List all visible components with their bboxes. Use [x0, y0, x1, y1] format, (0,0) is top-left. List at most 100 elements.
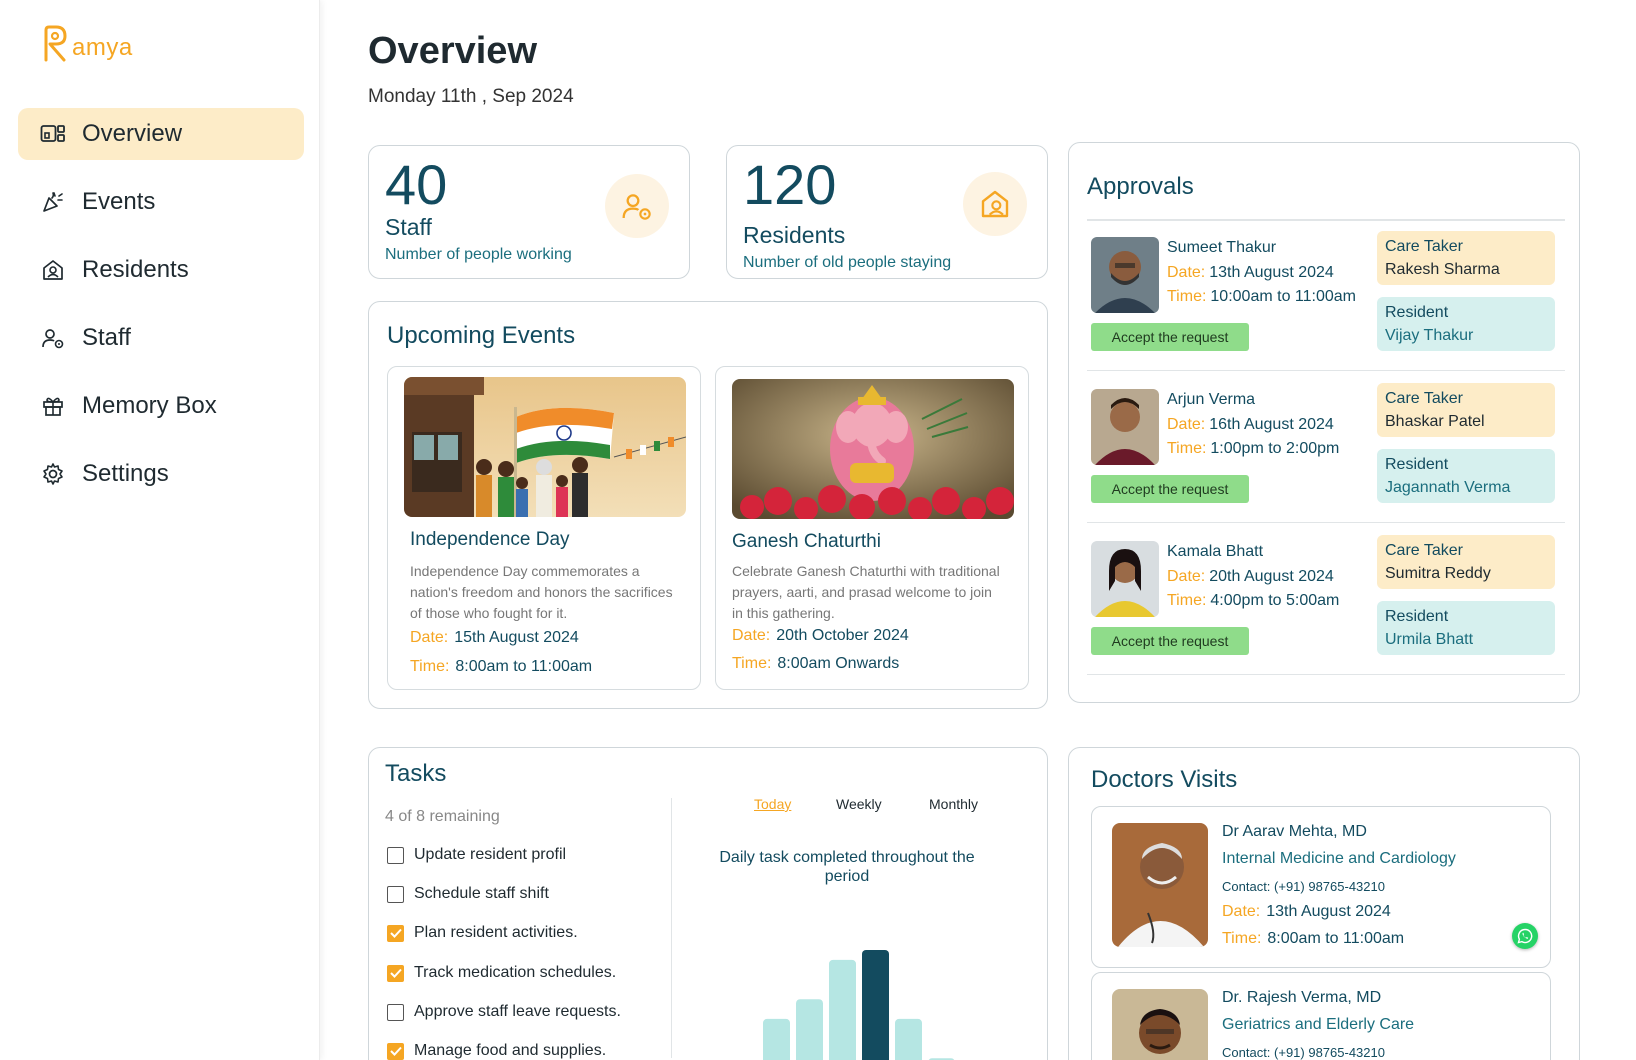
tasks-divider	[671, 798, 672, 1058]
sidebar-item-settings[interactable]: Settings	[18, 448, 304, 500]
dashboard-icon	[40, 121, 66, 147]
approval-date: Date: 13th August 2024	[1167, 264, 1334, 281]
staff-stat-card[interactable]: 40 Staff Number of people working	[368, 145, 690, 279]
accept-request-button[interactable]: Accept the request	[1091, 475, 1249, 503]
task-item[interactable]: Manage food and supplies.	[387, 1042, 606, 1060]
sidebar-item-staff[interactable]: Staff	[18, 312, 304, 364]
residents-sub: Number of old people staying	[743, 254, 952, 271]
approvals-title: Approvals	[1087, 173, 1194, 200]
tab-monthly[interactable]: Monthly	[929, 796, 978, 812]
independence-day-image	[404, 377, 686, 517]
sidebar-item-residents[interactable]: Residents	[18, 244, 304, 296]
whatsapp-icon[interactable]	[1512, 923, 1538, 949]
resident-box: Resident Urmila Bhatt	[1377, 601, 1555, 655]
staff-label: Staff	[385, 214, 432, 240]
event-date: Date: 20th October 2024	[732, 627, 909, 644]
events-title: Upcoming Events	[387, 322, 576, 349]
resident-box: Resident Vijay Thakur	[1377, 297, 1555, 351]
chart-bar	[763, 1018, 790, 1060]
event-card[interactable]: Independence Day Independence Day commem…	[387, 366, 701, 690]
checkbox-checked[interactable]	[387, 924, 404, 942]
residents-label: Residents	[743, 222, 846, 248]
residents-stat-card[interactable]: 120 Residents Number of old people stayi…	[726, 145, 1048, 279]
avatar	[1091, 237, 1159, 313]
upcoming-events-card: Upcoming Events Independence Day Indepen…	[368, 301, 1048, 709]
event-time: Time: 8:00am Onwards	[732, 655, 900, 672]
approvals-card: Approvals Sumeet Thakur Date: 13th August…	[1068, 142, 1580, 703]
sidebar-item-overview[interactable]: Overview	[18, 108, 304, 160]
checkbox[interactable]	[387, 885, 404, 903]
page-date: Monday 11th , Sep 2024	[368, 86, 574, 107]
doctor-contact: Contact: (+91) 98765-43210	[1222, 1045, 1385, 1060]
avatar	[1091, 389, 1159, 465]
event-date: Date: 15th August 2024	[410, 629, 579, 646]
logo[interactable]: amya	[38, 24, 133, 64]
checkbox[interactable]	[387, 1003, 404, 1021]
approval-row: Sumeet Thakur Date: 13th August 2024 Time…	[1087, 221, 1565, 371]
avatar	[1091, 541, 1159, 617]
doctor-specialty: Internal Medicine and Cardiology	[1222, 850, 1456, 867]
doctor-photo	[1112, 989, 1208, 1060]
task-item[interactable]: Approve staff leave requests.	[387, 1003, 621, 1021]
doctor-contact: Contact: (+91) 98765-43210	[1222, 879, 1385, 894]
doctors-title: Doctors Visits	[1091, 766, 1238, 793]
doctor-specialty: Geriatrics and Elderly Care	[1222, 1016, 1415, 1033]
sidebar-item-label: Residents	[82, 256, 189, 283]
doctors-visits-card: Doctors Visits Dr Aarav Mehta, MD Intern…	[1068, 747, 1580, 1060]
task-item[interactable]: Plan resident activities.	[387, 924, 578, 942]
task-item[interactable]: Track medication schedules.	[387, 964, 616, 982]
approval-time: Time: 1:00pm to 2:00pm	[1167, 440, 1340, 457]
approval-time: Time: 10:00am to 11:00am	[1167, 288, 1356, 305]
doctor-photo	[1112, 823, 1208, 947]
staff-icon	[605, 174, 669, 238]
event-description: Celebrate Ganesh Chaturthi with traditio…	[732, 563, 1000, 621]
approval-row: Arjun Verma Date: 16th August 2024 Time: 1…	[1087, 373, 1565, 523]
tab-today[interactable]: Today	[754, 796, 791, 812]
tasks-title: Tasks	[385, 760, 447, 787]
sidebar-item-label: Overview	[82, 120, 183, 147]
tasks-remaining: 4 of 8 remaining	[385, 808, 500, 825]
page-title: Overview	[368, 30, 537, 72]
resident-box: Resident Jagannath Verma	[1377, 449, 1555, 503]
event-title: Ganesh Chaturthi	[732, 531, 881, 552]
sidebar-nav: Overview Events Residents Staff Memory B…	[18, 108, 304, 516]
staff-sub: Number of people working	[385, 246, 572, 263]
sidebar: amya Overview Events Residents Staff Mem…	[0, 0, 320, 1060]
sidebar-item-events[interactable]: Events	[18, 176, 304, 228]
tab-weekly[interactable]: Weekly	[836, 796, 882, 812]
event-card[interactable]: Ganesh Chaturthi Celebrate Ganesh Chatur…	[715, 366, 1029, 690]
sidebar-item-label: Staff	[82, 324, 131, 351]
home-person-icon	[40, 257, 66, 283]
accept-request-button[interactable]: Accept the request	[1091, 323, 1249, 351]
sidebar-item-memory-box[interactable]: Memory Box	[18, 380, 304, 432]
approval-time: Time: 4:00pm to 5:00am	[1167, 592, 1340, 609]
care-taker-box: Care Taker Rakesh Sharma	[1377, 231, 1555, 285]
tasks-card: Tasks 4 of 8 remaining Update resident p…	[368, 747, 1048, 1060]
approval-date: Date: 20th August 2024	[1167, 568, 1334, 585]
doctor-card[interactable]: Dr. Rajesh Verma, MD Geriatrics and Elde…	[1091, 972, 1551, 1060]
event-time: Time: 8:00am to 11:00am	[410, 658, 593, 675]
event-title: Independence Day	[410, 529, 570, 550]
ganesh-chaturthi-image	[732, 379, 1014, 519]
party-popper-icon	[40, 189, 66, 215]
checkbox-checked[interactable]	[387, 1042, 404, 1060]
approval-row: Kamala Bhatt Date: 20th August 2024 Time:…	[1087, 525, 1565, 675]
logo-icon	[44, 25, 67, 62]
doctor-name: Dr. Rajesh Verma, MD	[1222, 989, 1382, 1006]
doctor-name: Dr Aarav Mehta, MD	[1222, 823, 1367, 840]
chart-bar	[829, 959, 856, 1060]
gift-icon	[40, 393, 66, 419]
chart-bar	[895, 1018, 922, 1060]
checkbox-checked[interactable]	[387, 964, 404, 982]
task-item[interactable]: Update resident profil	[387, 846, 566, 864]
requester-name: Arjun Verma	[1167, 391, 1256, 408]
accept-request-button[interactable]: Accept the request	[1091, 627, 1249, 655]
checkbox[interactable]	[387, 846, 404, 864]
sidebar-item-label: Memory Box	[82, 392, 217, 419]
care-taker-box: Care Taker Bhaskar Patel	[1377, 383, 1555, 437]
brand-name: amya	[72, 34, 133, 61]
sidebar-item-label: Events	[82, 188, 156, 215]
doctor-card[interactable]: Dr Aarav Mehta, MD Internal Medicine and…	[1091, 806, 1551, 968]
chart-bar	[862, 950, 889, 1060]
task-item[interactable]: Schedule staff shift	[387, 885, 549, 903]
